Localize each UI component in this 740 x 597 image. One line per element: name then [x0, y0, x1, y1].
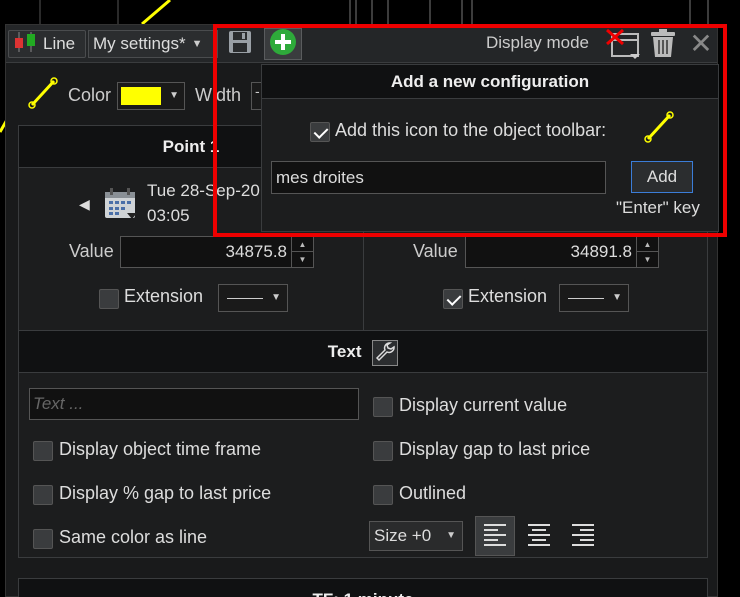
display-object-time-frame-checkbox[interactable] — [33, 441, 53, 461]
text-size-value: Size +0 — [374, 526, 432, 545]
stepper-up-icon[interactable]: ▲ — [292, 237, 313, 252]
display-object-time-frame-label: Display object time frame — [59, 439, 262, 459]
line-tool-icon — [13, 30, 37, 59]
align-left-button[interactable] — [475, 516, 515, 556]
add-configuration-button[interactable] — [264, 28, 302, 60]
display-current-value-label: Display current value — [399, 395, 568, 415]
line-tool-label: Line — [43, 34, 76, 53]
settings-dropdown-label: My settings* — [93, 34, 186, 53]
line-style-preview — [227, 298, 263, 299]
display-current-value-checkbox[interactable] — [373, 397, 393, 417]
point1-time[interactable]: 03:05 — [147, 203, 190, 228]
timeframe-header: TF: 1 minute — [19, 579, 707, 597]
same-color-checkbox[interactable] — [33, 529, 53, 549]
text-section: Text Text ... Display current value Disp… — [18, 330, 708, 558]
line-tool-button[interactable]: Line — [8, 30, 86, 58]
settings-dropdown[interactable]: My settings* ▼ — [88, 30, 218, 58]
display-pct-gap-checkbox[interactable] — [33, 485, 53, 505]
close-button[interactable]: ✕ — [688, 29, 714, 59]
align-right-icon — [570, 521, 596, 552]
wrench-icon[interactable] — [372, 339, 399, 366]
delete-button[interactable] — [650, 28, 680, 60]
same-color-label: Same color as line — [59, 527, 208, 547]
point2-extension-checkbox[interactable] — [443, 289, 463, 309]
point2-extension-label: Extension — [468, 286, 548, 306]
add-to-toolbar-checkbox[interactable] — [310, 122, 330, 142]
display-gap-last-price-checkbox[interactable] — [373, 441, 393, 461]
point1-value-label: Value — [69, 241, 114, 261]
display-gap-last-price-label: Display gap to last price — [399, 439, 591, 459]
point2-extension-style-select[interactable]: ▼ — [559, 284, 629, 312]
point1-value-stepper[interactable]: ▲ ▼ — [291, 237, 313, 267]
display-mode-label: Display mode — [486, 33, 589, 52]
color-picker[interactable]: ▼ — [117, 82, 185, 110]
stepper-down-icon[interactable]: ▼ — [292, 252, 313, 267]
align-left-icon — [482, 521, 508, 552]
text-size-select[interactable]: Size +0 ▼ — [369, 521, 463, 551]
color-label: Color — [68, 85, 112, 105]
display-mode-button[interactable] — [604, 28, 644, 60]
add-configuration-popup: Add a new configuration Add this icon to… — [261, 64, 719, 232]
previous-point-arrow[interactable]: ◀ — [79, 196, 90, 213]
point1-extension-style-select[interactable]: ▼ — [218, 284, 288, 312]
point1-value-text: 34875.8 — [225, 242, 287, 261]
calendar-icon[interactable] — [103, 186, 139, 227]
chevron-down-icon: ▼ — [169, 90, 179, 101]
color-swatch — [121, 87, 161, 105]
enter-key-hint: "Enter" key — [616, 198, 700, 217]
save-button[interactable] — [224, 28, 256, 60]
text-input[interactable]: Text ... — [29, 388, 359, 420]
text-section-title: Text — [327, 342, 362, 361]
add-to-toolbar-label: Add this icon to the object toolbar: — [335, 120, 607, 140]
floppy-disk-icon — [228, 30, 252, 59]
add-button[interactable]: Add — [631, 161, 693, 193]
panel-toolbar: Line My settings* ▼ Display mode ✕ — [6, 25, 717, 63]
point1-extension-checkbox[interactable] — [99, 289, 119, 309]
outlined-checkbox[interactable] — [373, 485, 393, 505]
width-label: Width — [195, 85, 242, 105]
display-mode-icon — [604, 28, 644, 64]
trash-icon — [650, 29, 676, 62]
align-right-button[interactable] — [563, 516, 603, 556]
stepper-up-icon[interactable]: ▲ — [637, 237, 658, 252]
point2-value-text: 34891.8 — [570, 242, 632, 261]
chevron-down-icon: ▼ — [271, 292, 281, 303]
chevron-down-icon: ▼ — [612, 292, 622, 303]
stepper-down-icon[interactable]: ▼ — [637, 252, 658, 267]
display-pct-gap-label: Display % gap to last price — [59, 483, 272, 503]
line-preview-icon — [640, 109, 676, 150]
align-center-button[interactable] — [519, 516, 559, 556]
close-icon: ✕ — [689, 28, 713, 59]
timeframe-section: TF: 1 minute — [18, 578, 708, 597]
point2-value-label: Value — [413, 241, 458, 261]
point2-value-input[interactable]: 34891.8 ▲ ▼ — [465, 236, 659, 268]
text-section-header: Text — [19, 331, 707, 373]
point2-value-stepper[interactable]: ▲ ▼ — [636, 237, 658, 267]
line-preview-icon — [24, 75, 60, 116]
align-center-icon — [526, 521, 552, 552]
configuration-name-input[interactable]: mes droites — [271, 161, 606, 194]
chevron-down-icon: ▼ — [191, 38, 203, 50]
plus-circle-icon — [269, 28, 297, 61]
outlined-label: Outlined — [399, 483, 467, 503]
chevron-down-icon: ▼ — [446, 530, 456, 541]
point1-extension-label: Extension — [124, 286, 204, 306]
line-style-preview — [568, 298, 604, 299]
popup-title: Add a new configuration — [262, 65, 718, 99]
point1-date[interactable]: Tue 28-Sep-20 — [147, 178, 260, 203]
point1-value-input[interactable]: 34875.8 ▲ ▼ — [120, 236, 314, 268]
